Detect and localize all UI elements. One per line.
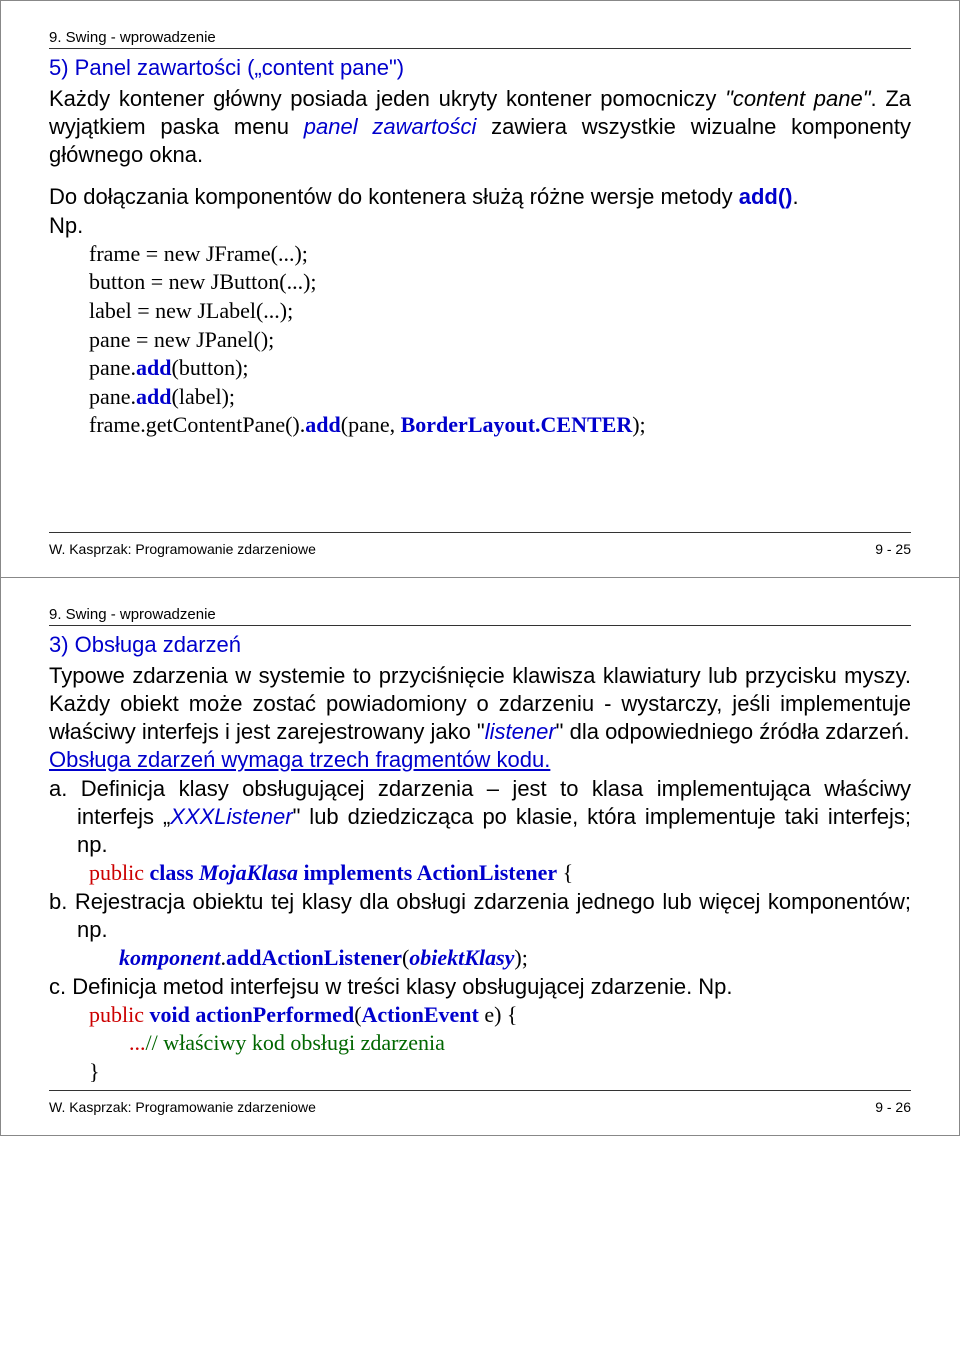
page-header: 9. Swing - wprowadzenie (49, 606, 911, 623)
page-header: 9. Swing - wprowadzenie (49, 29, 911, 46)
footer-right: 9 - 26 (875, 1099, 911, 1115)
code-class: ActionListener (417, 860, 558, 885)
text-italic: "content pane" (725, 86, 870, 111)
text-np: Np. (49, 212, 911, 240)
text: Do dołączania komponentów do kontenera s… (49, 184, 739, 209)
code-keyword: implements (298, 860, 417, 885)
code-class: MojaKlasa (199, 860, 298, 885)
code-var: obiektKlasy (409, 945, 514, 970)
code-var: komponent (119, 945, 220, 970)
header-rule (49, 625, 911, 626)
text-term: listener (485, 719, 556, 744)
code-line: komponent.addActionListener(obiektKlasy)… (119, 944, 911, 973)
text: . (793, 184, 799, 209)
list-item-c: c. Definicja metod interfejsu w treści k… (49, 973, 911, 1001)
code-text: ... (129, 1030, 146, 1055)
slide-page-2: 9. Swing - wprowadzenie 3) Obsługa zdarz… (0, 578, 960, 1137)
code-text: (label); (172, 384, 236, 409)
header-rule (49, 48, 911, 49)
code-method: actionPerformed (195, 1002, 354, 1027)
text: c. Definicja metod interfejsu w treści k… (49, 974, 733, 999)
code-line: ...// właściwy kod obsługi zdarzenia (129, 1029, 911, 1058)
text: Każdy kontener główny posiada jeden ukry… (49, 86, 725, 111)
slide-page-1: 9. Swing - wprowadzenie 5) Panel zawarto… (0, 0, 960, 578)
code-keyword: public (89, 860, 150, 885)
spacer (49, 440, 911, 530)
link-text[interactable]: Obsługa zdarzeń wymaga trzech fragmentów… (49, 747, 550, 772)
code-text: } (89, 1059, 100, 1084)
paragraph: Każdy kontener główny posiada jeden ukry… (49, 85, 911, 169)
code-line: } (89, 1058, 911, 1087)
code-block: frame = new JFrame(...); button = new JB… (89, 240, 911, 440)
section-title: 5) Panel zawartości („content pane") (49, 55, 911, 81)
code-line: button = new JButton(...); (89, 268, 911, 297)
code-text: { (557, 860, 573, 885)
code-text: pane. (89, 355, 136, 380)
code-text: ); (514, 945, 527, 970)
code-text: ( (354, 1002, 361, 1027)
paragraph: Typowe zdarzenia w systemie to przyciśni… (49, 662, 911, 746)
page-footer: W. Kasprzak: Programowanie zdarzeniowe 9… (49, 541, 911, 557)
code-line: frame = new JFrame(...); (89, 240, 911, 269)
code-text: pane. (89, 384, 136, 409)
paragraph: Do dołączania komponentów do kontenera s… (49, 183, 911, 211)
page-footer: W. Kasprzak: Programowanie zdarzeniowe 9… (49, 1099, 911, 1115)
code-line: public void actionPerformed(ActionEvent … (89, 1001, 911, 1030)
code-line: pane.add(label); (89, 383, 911, 412)
footer-rule (49, 532, 911, 533)
code-text: e) { (479, 1002, 518, 1027)
list-item-a: a. Definicja klasy obsługującej zdarzeni… (49, 775, 911, 859)
code-text: frame.getContentPane(). (89, 412, 305, 437)
code-keyword: public (89, 1002, 150, 1027)
footer-left: W. Kasprzak: Programowanie zdarzeniowe (49, 541, 316, 557)
footer-left: W. Kasprzak: Programowanie zdarzeniowe (49, 1099, 316, 1115)
text-term: panel zawartości (304, 114, 477, 139)
code-comment: // właściwy kod obsługi zdarzenia (146, 1030, 445, 1055)
code-line: pane.add(button); (89, 354, 911, 383)
list-item-b: b. Rejestracja obiektu tej klasy dla obs… (49, 888, 911, 944)
footer-right: 9 - 25 (875, 541, 911, 557)
footer-rule (49, 1090, 911, 1091)
code-text: (pane, (341, 412, 401, 437)
text: " dla odpowiedniego źródła zdarzeń. (556, 719, 910, 744)
code-method: add (305, 412, 340, 437)
code-line: public class MojaKlasa implements Action… (89, 859, 911, 888)
code-method: add (136, 355, 171, 380)
text-term: XXXListener (170, 804, 292, 829)
code-method: add (136, 384, 171, 409)
text-method: add() (739, 184, 793, 209)
code-class: ActionEvent (362, 1002, 479, 1027)
code-const: BorderLayout.CENTER (401, 412, 633, 437)
text: b. Rejestracja obiektu tej klasy dla obs… (49, 889, 911, 942)
code-line: frame.getContentPane().add(pane, BorderL… (89, 411, 911, 440)
code-line: label = new JLabel(...); (89, 297, 911, 326)
code-keyword: void (150, 1002, 196, 1027)
code-keyword: class (150, 860, 200, 885)
code-text: (button); (172, 355, 249, 380)
code-method: addActionListener (226, 945, 402, 970)
code-text: ); (632, 412, 645, 437)
paragraph-link: Obsługa zdarzeń wymaga trzech fragmentów… (49, 746, 911, 774)
section-title: 3) Obsługa zdarzeń (49, 632, 911, 658)
code-line: pane = new JPanel(); (89, 326, 911, 355)
